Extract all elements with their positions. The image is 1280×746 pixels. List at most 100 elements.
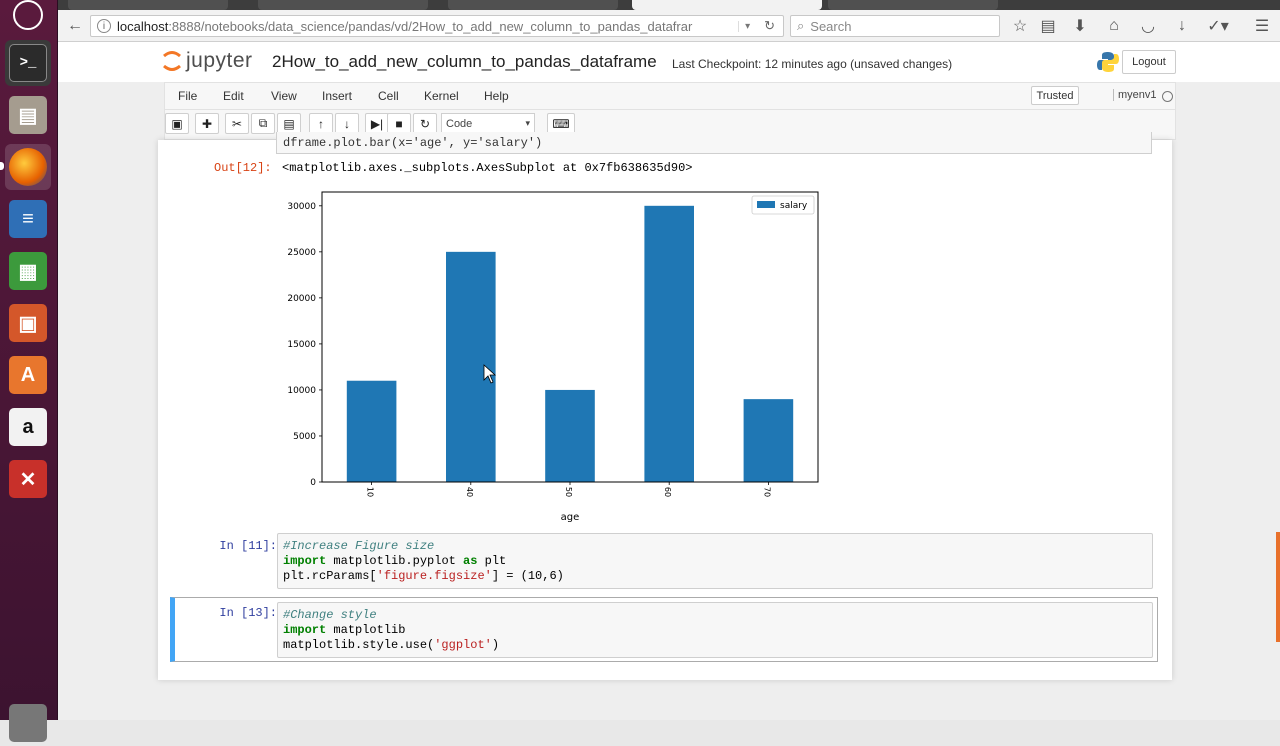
x-tick-label: 60 [663, 487, 672, 497]
kernel-name: myenv1 [1113, 89, 1157, 101]
restart-icon: ↻ [419, 116, 431, 131]
reading-list-icon[interactable]: ▤ [1038, 15, 1058, 37]
info-icon: i [97, 19, 111, 33]
menu-view[interactable]: View [271, 89, 297, 103]
cell-type-select[interactable]: Code ▾ [441, 113, 535, 134]
menu-edit[interactable]: Edit [223, 89, 244, 103]
settings-icon: ✕ [9, 460, 47, 498]
calc-button[interactable]: ▦ [5, 248, 51, 294]
firefox-icon [9, 148, 47, 186]
save-button[interactable]: ▣ [165, 113, 189, 134]
command-palette-button[interactable]: ⌨ [547, 113, 575, 134]
copy-icon: ⧉ [258, 116, 268, 130]
back-button[interactable]: ← [64, 15, 86, 37]
downloads-icon[interactable]: ⬇ [1070, 15, 1090, 37]
y-tick-label: 25000 [287, 248, 316, 258]
code-text: ) [491, 638, 500, 652]
paste-button[interactable]: ▤ [277, 113, 301, 134]
python-logo-icon [1097, 52, 1119, 72]
x-tick-label: 40 [465, 487, 474, 497]
search-placeholder: Search [810, 18, 852, 34]
y-tick-label: 5000 [293, 432, 316, 442]
back-arrow-icon: ← [67, 17, 83, 34]
y-tick-label: 15000 [287, 340, 316, 350]
browser-tab[interactable] [448, 0, 618, 10]
chart-bar [743, 399, 794, 482]
terminal-button[interactable]: >_ [5, 40, 51, 86]
copy-button[interactable]: ⧉ [251, 113, 275, 134]
move-down-button[interactable]: ↓ [335, 113, 359, 134]
code-cell-13-selected[interactable]: In [13]: #Change style import matplotlib… [170, 597, 1158, 662]
amazon-button[interactable]: a [5, 404, 51, 450]
menu-insert[interactable]: Insert [322, 89, 352, 103]
insert-cell-button[interactable]: ✚ [195, 113, 219, 134]
reload-icon[interactable]: ↻ [756, 18, 783, 34]
ubuntu-dash-button[interactable] [5, 0, 51, 38]
terminal-icon: >_ [9, 44, 47, 82]
logout-button[interactable]: Logout [1122, 50, 1176, 74]
previous-cell-input[interactable]: dframe.plot.bar(x='age', y='salary') [276, 132, 1152, 154]
settings-button[interactable]: ✕ [5, 456, 51, 502]
launcher-sidebar: >_ ▤ ≡ ▦ ▣ A a ✕ [0, 0, 58, 742]
browser-tab[interactable] [828, 0, 998, 10]
url-dropdown-icon[interactable]: ▾ [738, 20, 756, 32]
move-up-button[interactable]: ↑ [309, 113, 333, 134]
search-box[interactable]: ⌕ Search [790, 15, 1000, 37]
jupyter-logo[interactable]: jupyter [162, 48, 253, 74]
impress-button[interactable]: ▣ [5, 300, 51, 346]
restart-button[interactable]: ↻ [413, 113, 437, 134]
trash-button[interactable] [5, 700, 51, 746]
url-host: localhost [117, 18, 169, 34]
extension-icon[interactable]: ✓▾ [1204, 15, 1232, 37]
pocket-icon[interactable]: ◡ [1138, 15, 1158, 37]
active-indicator [0, 162, 4, 170]
cell-input[interactable]: #Change style import matplotlib matplotl… [277, 602, 1153, 658]
y-tick-label: 30000 [287, 202, 316, 212]
browser-navbar: ← i localhost:8888/notebooks/data_scienc… [58, 10, 1280, 42]
files-button[interactable]: ▤ [5, 92, 51, 138]
search-icon: ⌕ [797, 18, 805, 33]
scrollbar-marker[interactable] [1276, 532, 1280, 642]
menu-help[interactable]: Help [484, 89, 509, 103]
input-prompt: In [11]: [219, 539, 277, 553]
interrupt-button[interactable]: ■ [387, 113, 411, 134]
cut-button[interactable]: ✂ [225, 113, 249, 134]
code-cell-11[interactable]: In [11]: #Increase Figure size import ma… [172, 532, 1158, 590]
menu-file[interactable]: File [178, 89, 197, 103]
notebook-title[interactable]: 2How_to_add_new_column_to_pandas_datafra… [272, 52, 657, 72]
arrow-down-icon: ↓ [344, 116, 350, 131]
code-text: matplotlib.pyplot [326, 554, 464, 568]
trusted-badge[interactable]: Trusted [1031, 86, 1079, 105]
home-icon[interactable]: ⌂ [1104, 15, 1124, 37]
calc-icon: ▦ [9, 252, 47, 290]
code-keyword: import [283, 554, 327, 568]
paste-icon: ▤ [283, 116, 295, 131]
cell-type-value: Code [446, 117, 473, 130]
x-tick-label: 10 [366, 487, 375, 497]
code-comment: #Increase Figure size [283, 539, 435, 553]
url-bar[interactable]: i localhost:8888/notebooks/data_science/… [90, 15, 784, 37]
menu-cell[interactable]: Cell [378, 89, 399, 103]
chart-bar [644, 205, 694, 483]
writer-button[interactable]: ≡ [5, 196, 51, 242]
output-prompt: Out[12]: [214, 161, 272, 175]
code-text: plt.rcParams[ [283, 569, 377, 583]
scissors-icon: ✂ [231, 116, 243, 131]
chart-bar [545, 389, 595, 482]
trash-icon [9, 704, 47, 742]
hamburger-menu-icon[interactable]: ☰ [1252, 15, 1272, 37]
browser-tab[interactable] [258, 0, 428, 10]
bookmark-star-icon[interactable]: ☆ [1010, 15, 1030, 37]
files-icon: ▤ [9, 96, 47, 134]
firefox-button[interactable] [5, 144, 51, 190]
jupyter-page: jupyter 2How_to_add_new_column_to_pandas… [58, 42, 1280, 720]
download-arrow-icon[interactable]: ↓ [1172, 15, 1192, 37]
input-prompt: In [13]: [219, 606, 277, 620]
browser-tab[interactable] [68, 0, 228, 10]
software-center-button[interactable]: A [5, 352, 51, 398]
arrow-up-icon: ↑ [318, 116, 324, 131]
browser-tab-active[interactable] [632, 0, 822, 10]
cell-input[interactable]: #Increase Figure size import matplotlib.… [277, 533, 1153, 589]
run-button[interactable]: ▶| [365, 113, 389, 134]
menu-kernel[interactable]: Kernel [424, 89, 459, 103]
